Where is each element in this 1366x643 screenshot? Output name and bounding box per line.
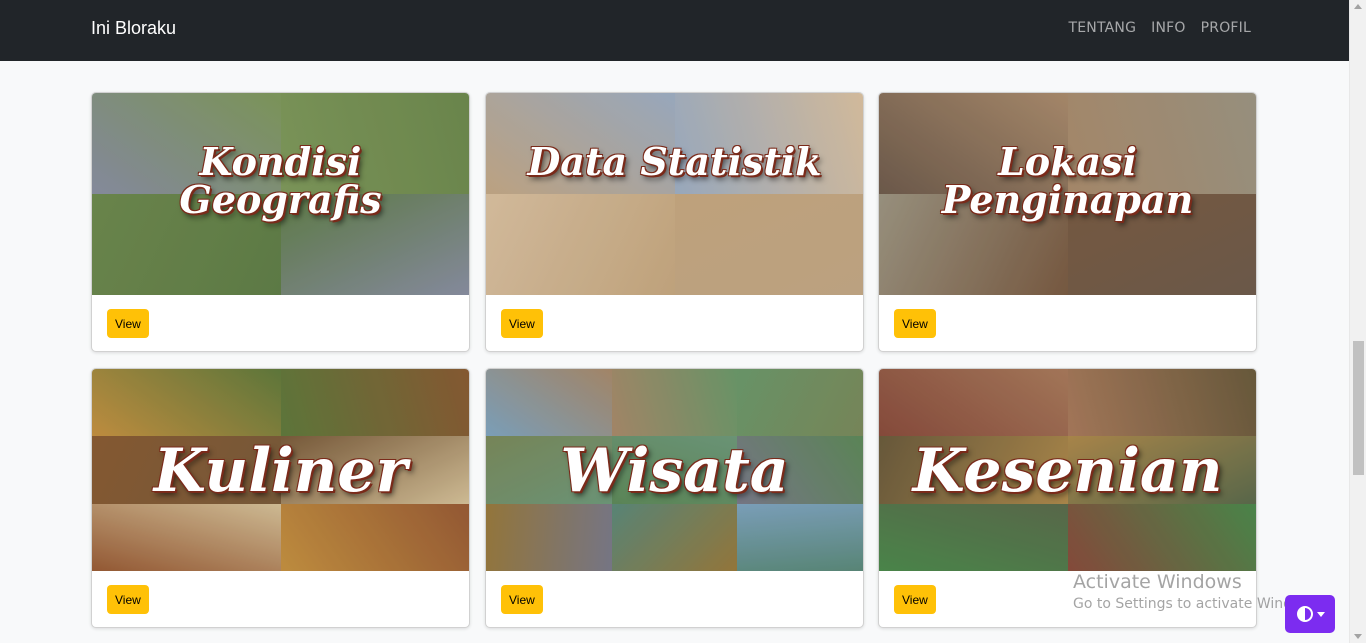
card-caption: Lokasi Penginapan [941,139,1194,222]
card-caption: Kesenian [912,436,1223,506]
view-button[interactable]: View [894,309,936,338]
card-image: Kondisi Geografis [92,93,469,295]
card-caption: Kondisi Geografis [179,139,382,222]
card-image: Lokasi Penginapan [879,93,1256,295]
nav-links: TENTANG INFO PROFIL [1069,20,1252,36]
card-kondisi-geografis: Kondisi Geografis View [91,92,470,352]
nav-link-info[interactable]: INFO [1151,20,1185,36]
scroll-up-arrow-icon[interactable] [1354,4,1362,9]
card-caption: Wisata [560,436,789,506]
view-button[interactable]: View [894,585,936,614]
view-button[interactable]: View [501,585,543,614]
card-lokasi-penginapan: Lokasi Penginapan View [878,92,1257,352]
card-caption: Kuliner [153,436,408,506]
brand-link[interactable]: Ini Bloraku [91,18,176,39]
card-image: Kuliner [92,369,469,571]
view-button[interactable]: View [107,309,149,338]
scroll-down-arrow-icon[interactable] [1354,634,1362,639]
nav-link-tentang[interactable]: TENTANG [1069,20,1137,36]
scrollbar[interactable] [1349,0,1366,643]
caret-down-icon [1317,612,1325,617]
scrollbar-thumb[interactable] [1353,341,1364,475]
card-kesenian: Kesenian View [878,368,1257,628]
view-button[interactable]: View [107,585,149,614]
card-image: Kesenian [879,369,1256,571]
card-data-statistik: Data Statistik View [485,92,864,352]
card-kuliner: Kuliner View [91,368,470,628]
nav-link-profil[interactable]: PROFIL [1201,20,1251,36]
view-button[interactable]: View [501,309,543,338]
card-caption: Data Statistik [527,139,822,184]
theme-toggle-button[interactable] [1285,595,1335,633]
card-image: Wisata [486,369,863,571]
navbar: Ini Bloraku TENTANG INFO PROFIL [0,0,1366,61]
contrast-icon [1297,606,1313,622]
card-image: Data Statistik [486,93,863,295]
card-wisata: Wisata View [485,368,864,628]
